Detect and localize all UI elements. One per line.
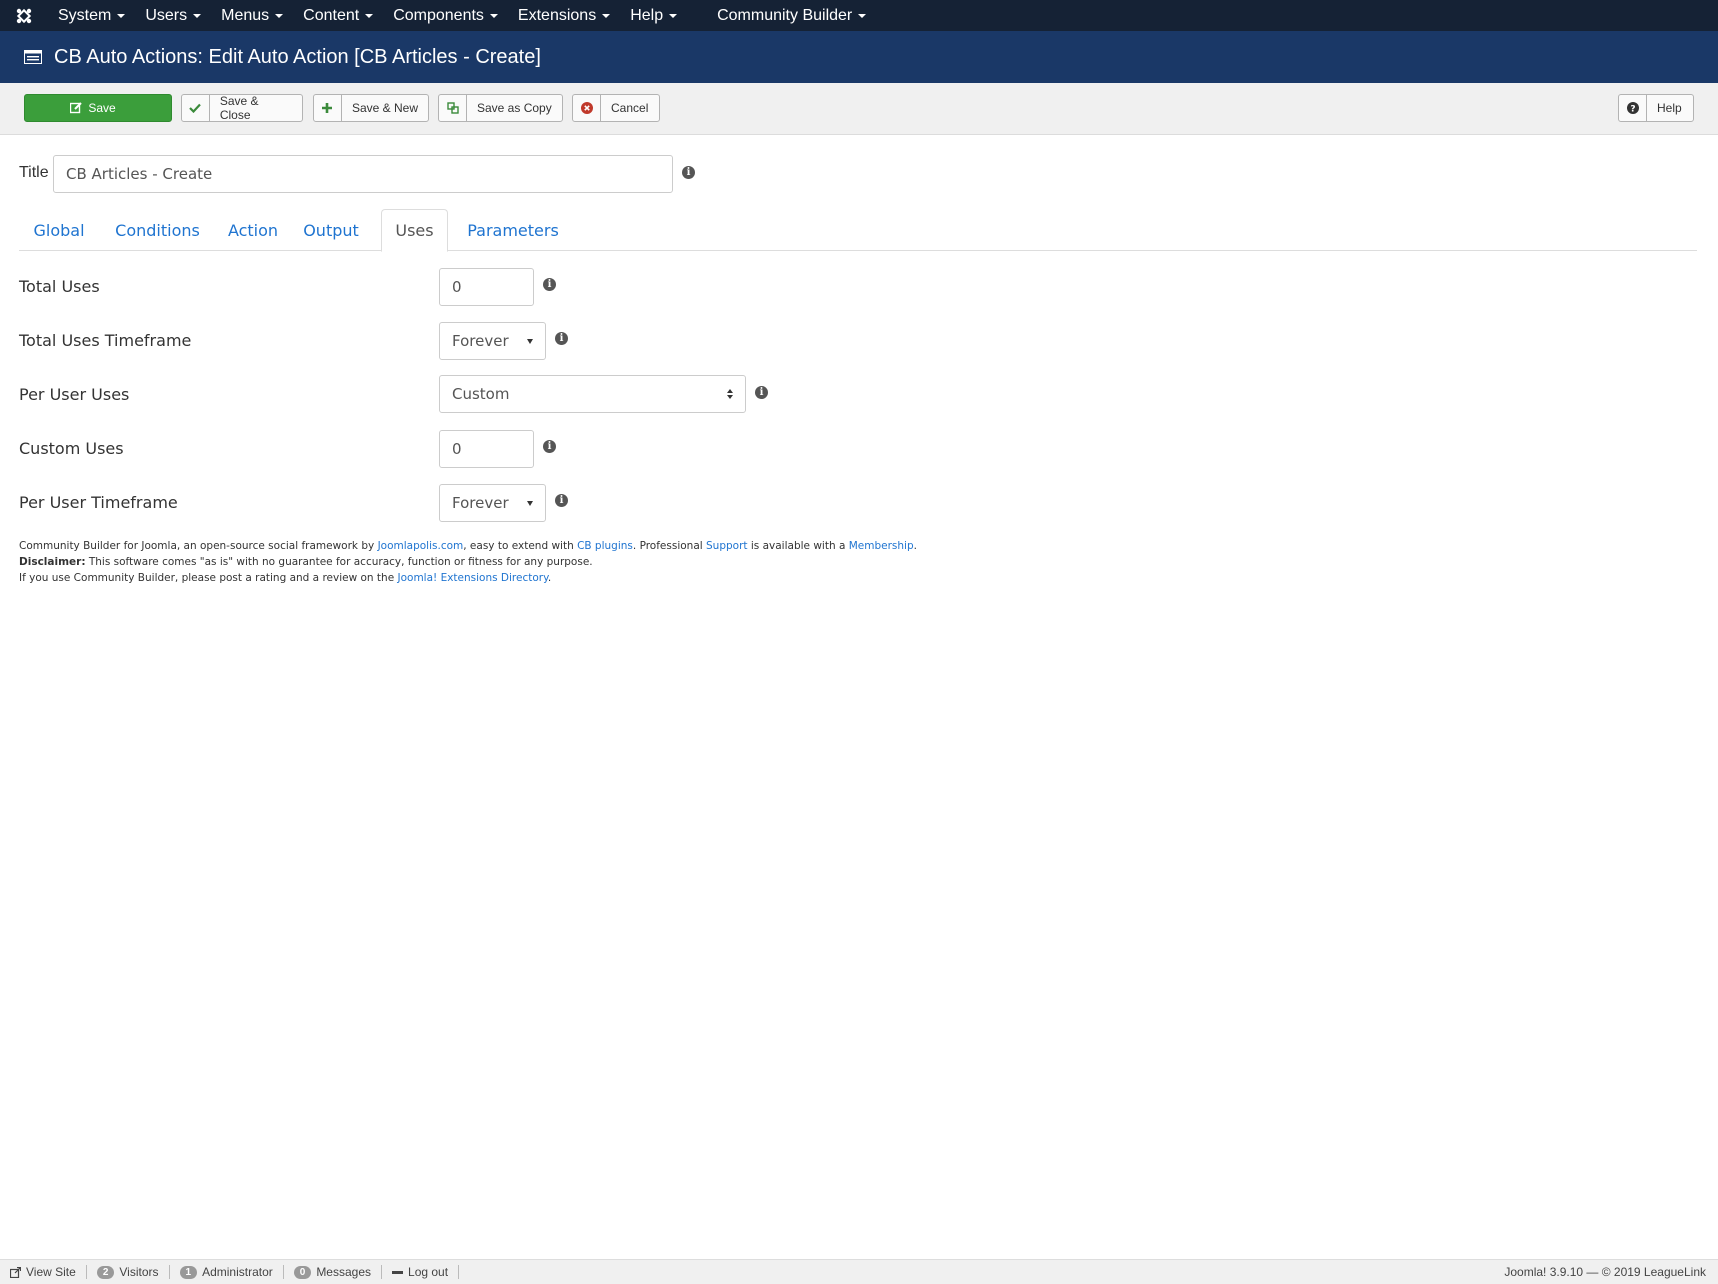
joomla-logo-icon[interactable] xyxy=(0,0,48,31)
list-icon xyxy=(24,50,42,64)
total-uses-timeframe-select[interactable]: Forever xyxy=(439,322,546,360)
help-button[interactable]: ? Help xyxy=(1618,94,1694,122)
status-bar: View Site 2 Visitors 1 Administrator 0 M… xyxy=(0,1259,1718,1284)
save-close-button[interactable]: Save & Close xyxy=(181,94,303,122)
info-icon[interactable]: i xyxy=(543,278,556,291)
chevron-down-icon xyxy=(602,13,611,18)
per-user-timeframe-select[interactable]: Forever xyxy=(439,484,546,522)
menu-help[interactable]: Help xyxy=(620,0,687,31)
info-icon[interactable]: i xyxy=(755,386,768,399)
tab-bar: Global Conditions Action Output Uses Par… xyxy=(19,209,1697,252)
chevron-down-icon xyxy=(365,13,374,18)
menu-extensions[interactable]: Extensions xyxy=(508,0,620,31)
svg-text:?: ? xyxy=(1630,105,1635,115)
logout-link[interactable]: Log out xyxy=(382,1265,460,1279)
total-uses-label: Total Uses xyxy=(19,277,100,296)
tab-output[interactable]: Output xyxy=(290,209,372,251)
save-copy-button[interactable]: Save as Copy xyxy=(438,94,563,122)
cancel-button[interactable]: Cancel xyxy=(572,94,660,122)
view-site-link[interactable]: View Site xyxy=(0,1265,87,1279)
support-link[interactable]: Support xyxy=(706,540,748,552)
info-icon[interactable]: i xyxy=(682,166,695,179)
plus-icon xyxy=(314,95,342,121)
total-uses-input[interactable]: 0 xyxy=(439,268,534,306)
edit-icon xyxy=(70,102,83,114)
joomlapolis-link[interactable]: Joomlapolis.com xyxy=(378,540,464,552)
cancel-icon xyxy=(573,95,601,121)
chevron-down-icon xyxy=(527,338,533,344)
chevron-down-icon xyxy=(527,500,533,506)
minus-icon xyxy=(392,1270,404,1274)
menu-community-builder[interactable]: Community Builder xyxy=(707,0,876,31)
per-user-uses-label: Per User Uses xyxy=(19,385,130,404)
tab-parameters[interactable]: Parameters xyxy=(457,209,569,251)
sort-icon xyxy=(727,389,733,399)
top-navbar: System Users Menus Content Components Ex… xyxy=(0,0,1718,31)
custom-uses-label: Custom Uses xyxy=(19,439,124,458)
page-header: CB Auto Actions: Edit Auto Action [CB Ar… xyxy=(0,31,1718,83)
toolbar: Save Save & Close Save & New Save as Cop… xyxy=(0,83,1718,135)
administrator-link[interactable]: 1 Administrator xyxy=(170,1265,284,1279)
cb-credits: Community Builder for Joomla, an open-so… xyxy=(19,540,917,584)
jed-link[interactable]: Joomla! Extensions Directory xyxy=(398,572,548,584)
tab-global[interactable]: Global xyxy=(19,209,99,251)
copy-icon xyxy=(439,95,467,121)
tab-conditions[interactable]: Conditions xyxy=(99,209,216,251)
save-button[interactable]: Save xyxy=(24,94,172,122)
disclaimer-label: Disclaimer: xyxy=(19,556,86,568)
custom-uses-input[interactable]: 0 xyxy=(439,430,534,468)
chevron-down-icon xyxy=(275,13,284,18)
tab-action[interactable]: Action xyxy=(216,209,290,251)
chevron-down-icon xyxy=(669,13,678,18)
menu-menus[interactable]: Menus xyxy=(211,0,293,31)
title-label: Title xyxy=(19,164,49,181)
admin-badge: 1 xyxy=(179,1265,198,1279)
total-uses-timeframe-label: Total Uses Timeframe xyxy=(19,331,192,350)
version-text: Joomla! 3.9.10 — © 2019 LeagueLink xyxy=(1504,1265,1706,1279)
tab-uses[interactable]: Uses xyxy=(381,209,448,252)
chevron-down-icon xyxy=(858,13,867,18)
check-icon xyxy=(182,95,210,121)
info-icon[interactable]: i xyxy=(555,494,568,507)
info-icon[interactable]: i xyxy=(543,440,556,453)
messages-badge: 0 xyxy=(293,1265,312,1279)
membership-link[interactable]: Membership xyxy=(849,540,914,552)
messages-link[interactable]: 0 Messages xyxy=(284,1265,383,1279)
chevron-down-icon xyxy=(193,13,202,18)
menu-users[interactable]: Users xyxy=(135,0,211,31)
save-new-button[interactable]: Save & New xyxy=(313,94,429,122)
chevron-down-icon xyxy=(489,13,498,18)
visitors-link[interactable]: 2 Visitors xyxy=(87,1265,170,1279)
menu-system[interactable]: System xyxy=(48,0,135,31)
info-icon[interactable]: i xyxy=(555,332,568,345)
cb-plugins-link[interactable]: CB plugins xyxy=(577,540,633,552)
question-icon: ? xyxy=(1619,95,1647,121)
per-user-uses-select[interactable]: Custom xyxy=(439,375,746,413)
visitors-badge: 2 xyxy=(96,1265,115,1279)
chevron-down-icon xyxy=(117,13,126,18)
menu-components[interactable]: Components xyxy=(383,0,508,31)
per-user-timeframe-label: Per User Timeframe xyxy=(19,493,178,512)
external-link-icon xyxy=(10,1266,21,1278)
title-input[interactable]: CB Articles - Create xyxy=(53,155,673,193)
menu-content[interactable]: Content xyxy=(293,0,383,31)
page-title: CB Auto Actions: Edit Auto Action [CB Ar… xyxy=(54,45,541,68)
